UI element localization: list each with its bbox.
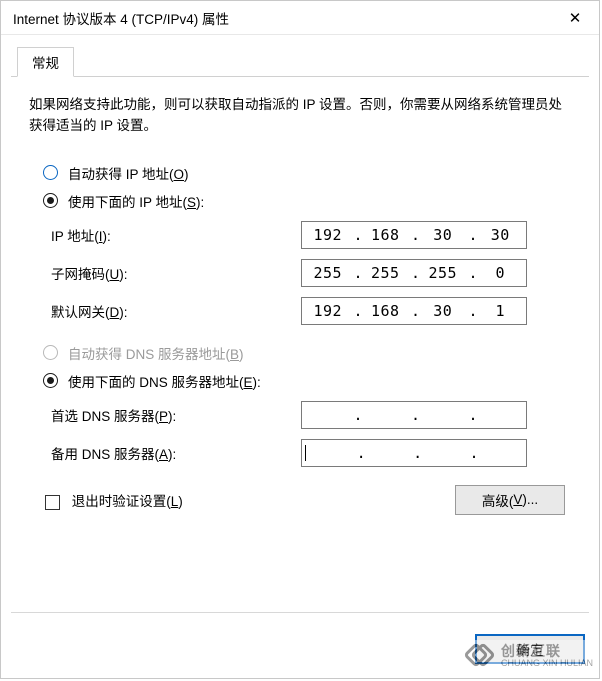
separator xyxy=(11,612,589,613)
watermark-logo-icon xyxy=(467,642,495,670)
radio-label: 自动获得 DNS 服务器地址(B) xyxy=(68,343,244,363)
radio-auto-dns: 自动获得 DNS 服务器地址(B) xyxy=(43,343,571,363)
field-label: IP 地址(I): xyxy=(51,225,301,245)
radio-label: 自动获得 IP 地址(O) xyxy=(68,163,189,183)
validate-checkbox[interactable]: 退出时验证设置(L) xyxy=(45,490,183,510)
text-caret-icon xyxy=(305,445,306,461)
radio-label: 使用下面的 IP 地址(S): xyxy=(68,191,204,211)
field-ip-address: IP 地址(I): 192. 168. 30. 30 xyxy=(51,221,571,249)
radio-label: 使用下面的 DNS 服务器地址(E): xyxy=(68,371,261,391)
description-text: 如果网络支持此功能，则可以获取自动指派的 IP 设置。否则，你需要从网络系统管理… xyxy=(29,95,571,137)
radio-icon xyxy=(43,345,58,360)
dns-fields: 首选 DNS 服务器(P): . . . 备用 DNS 服务器(A): . . xyxy=(51,401,571,467)
close-button[interactable]: ✕ xyxy=(553,2,597,34)
field-preferred-dns: 首选 DNS 服务器(P): . . . xyxy=(51,401,571,429)
checkbox-label: 退出时验证设置(L) xyxy=(72,494,183,509)
field-alternate-dns: 备用 DNS 服务器(A): . . . xyxy=(51,439,571,467)
radio-manual-ip[interactable]: 使用下面的 IP 地址(S): xyxy=(43,191,571,211)
ip-fields: IP 地址(I): 192. 168. 30. 30 子网掩码(U): 255.… xyxy=(51,221,571,325)
field-label: 子网掩码(U): xyxy=(51,263,301,283)
radio-icon xyxy=(43,193,58,208)
tab-strip: 常规 xyxy=(11,47,589,77)
tab-general[interactable]: 常规 xyxy=(17,47,74,77)
preferred-dns-input[interactable]: . . . xyxy=(301,401,527,429)
alternate-dns-input[interactable]: . . . xyxy=(301,439,527,467)
bottom-row: 退出时验证设置(L) 高级(V)... xyxy=(45,485,565,515)
checkbox-icon xyxy=(45,495,60,510)
radio-icon xyxy=(43,165,58,180)
dialog-body: 如果网络支持此功能，则可以获取自动指派的 IP 设置。否则，你需要从网络系统管理… xyxy=(1,77,599,525)
field-default-gateway: 默认网关(D): 192. 168. 30. 1 xyxy=(51,297,571,325)
field-label: 备用 DNS 服务器(A): xyxy=(51,443,301,463)
dialog-window: Internet 协议版本 4 (TCP/IPv4) 属性 ✕ 常规 如果网络支… xyxy=(0,0,600,679)
close-icon: ✕ xyxy=(569,9,582,27)
field-label: 首选 DNS 服务器(P): xyxy=(51,405,301,425)
advanced-button[interactable]: 高级(V)... xyxy=(455,485,565,515)
field-label: 默认网关(D): xyxy=(51,301,301,321)
radio-icon xyxy=(43,373,58,388)
radio-auto-ip[interactable]: 自动获得 IP 地址(O) xyxy=(43,163,571,183)
titlebar: Internet 协议版本 4 (TCP/IPv4) 属性 ✕ xyxy=(1,1,599,35)
ip-address-input[interactable]: 192. 168. 30. 30 xyxy=(301,221,527,249)
radio-manual-dns[interactable]: 使用下面的 DNS 服务器地址(E): xyxy=(43,371,571,391)
window-title: Internet 协议版本 4 (TCP/IPv4) 属性 xyxy=(13,8,229,28)
subnet-mask-input[interactable]: 255. 255. 255. 0 xyxy=(301,259,527,287)
watermark: 创新互联 CHUANG XIN HULIAN xyxy=(461,640,599,672)
watermark-text: 创新互联 CHUANG XIN HULIAN xyxy=(501,644,593,668)
field-subnet-mask: 子网掩码(U): 255. 255. 255. 0 xyxy=(51,259,571,287)
default-gateway-input[interactable]: 192. 168. 30. 1 xyxy=(301,297,527,325)
